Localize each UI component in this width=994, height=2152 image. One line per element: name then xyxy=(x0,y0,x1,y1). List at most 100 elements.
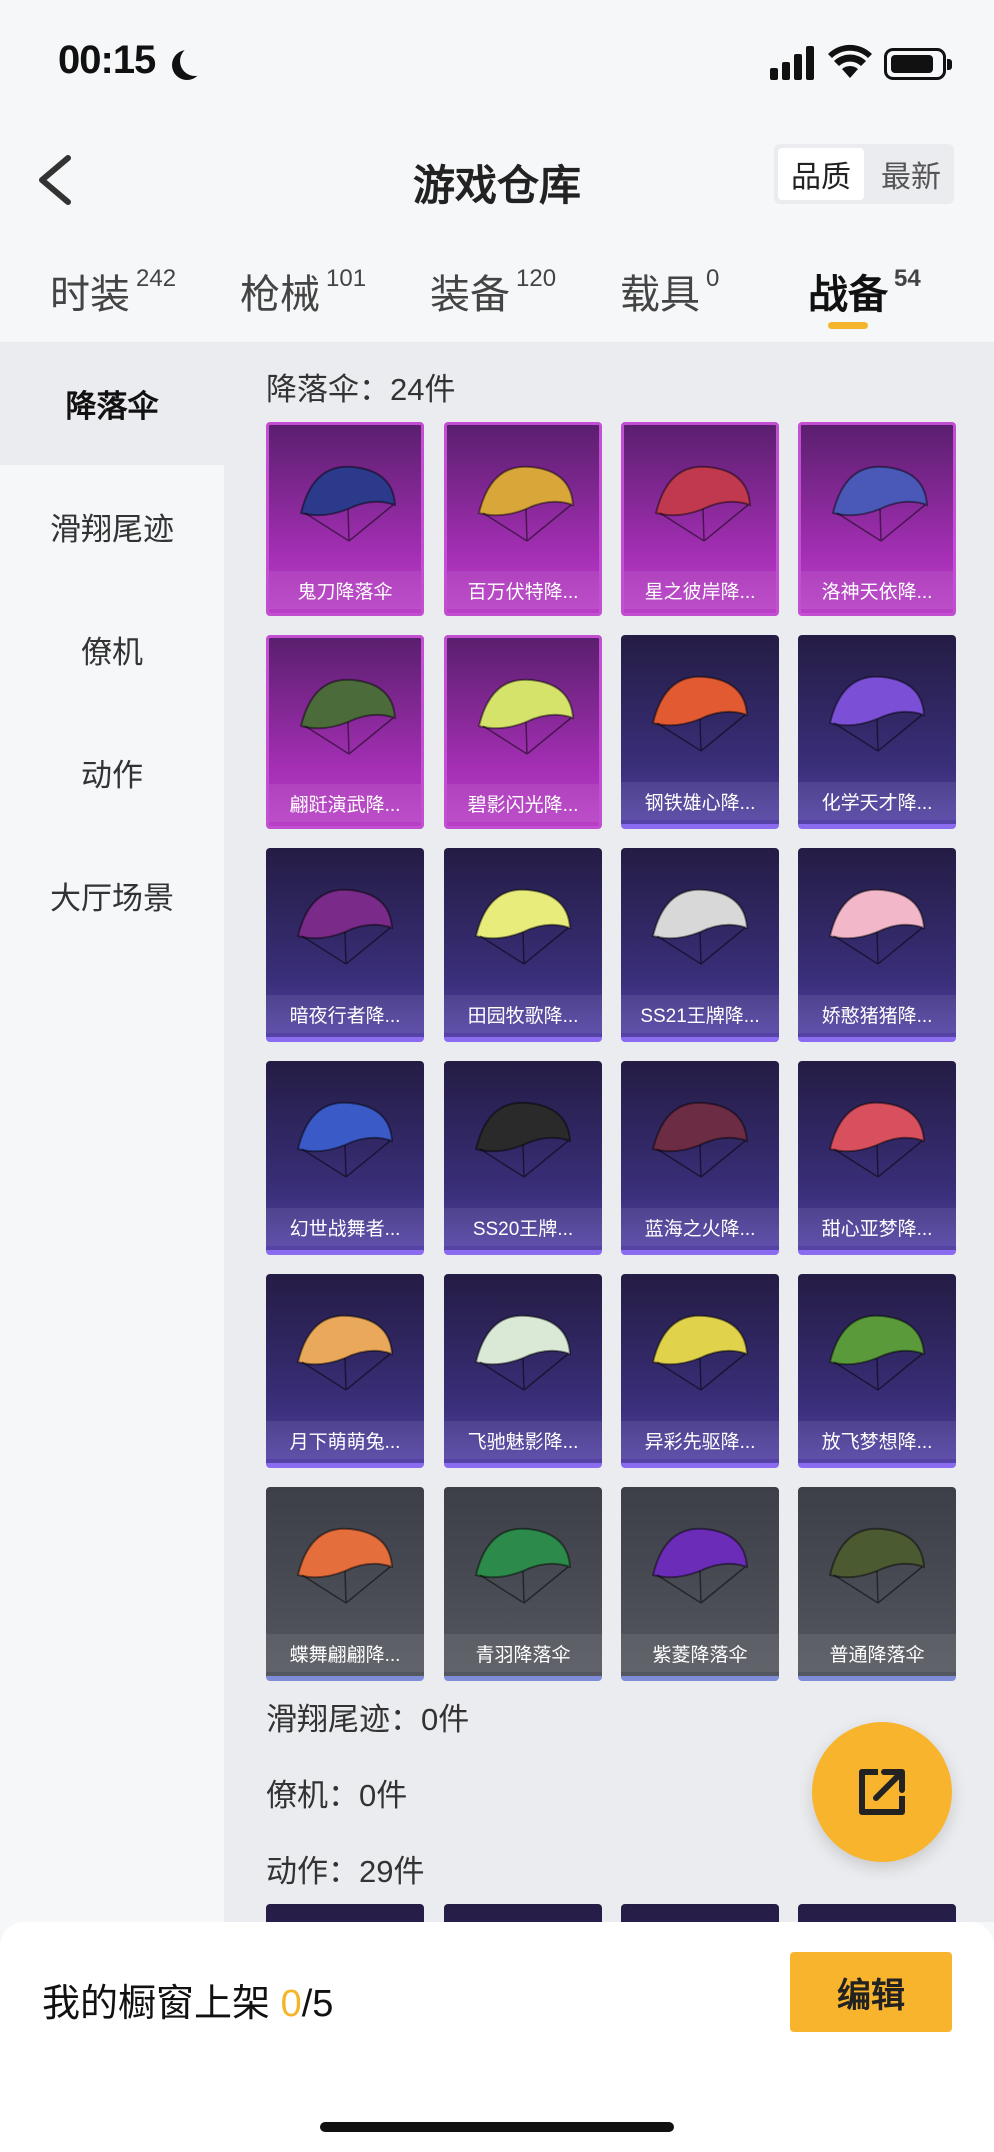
sidebar-item-parachute[interactable]: 降落伞 xyxy=(0,342,224,465)
parachute-icon xyxy=(828,675,926,752)
item-name: 甜心亚梦降... xyxy=(798,1208,956,1246)
parachute-icon xyxy=(296,1101,394,1178)
item-card[interactable]: 月下萌萌兔... xyxy=(266,1274,424,1468)
parachute-icon xyxy=(828,888,926,965)
item-card[interactable]: 娇憨猪猪降... xyxy=(798,848,956,1042)
item-card[interactable]: SS20王牌... xyxy=(444,1061,602,1255)
parachute-icon xyxy=(651,888,749,965)
sort-newest-button[interactable]: 最新 xyxy=(868,144,954,204)
showcase-status: 我的橱窗上架 0/5 xyxy=(42,1972,333,2027)
item-card[interactable]: 翩跹演武降... xyxy=(266,635,424,829)
item-name: 紫菱降落伞 xyxy=(621,1634,779,1672)
tab-combat-gear[interactable]: 战备 54 xyxy=(808,262,921,320)
item-name: 月下萌萌兔... xyxy=(266,1421,424,1459)
edit-button[interactable]: 编辑 xyxy=(790,1952,952,2032)
item-name: 百万伏特降... xyxy=(447,571,599,609)
item-name: 化学天才降... xyxy=(798,782,956,820)
emote-card[interactable] xyxy=(798,1904,956,1922)
item-card[interactable]: 星之彼岸降... xyxy=(621,422,779,616)
showcase-footer: 我的橱窗上架 0/5 编辑 xyxy=(0,1922,994,2152)
status-bar: 00:15 xyxy=(0,0,994,120)
item-name: 钢铁雄心降... xyxy=(621,782,779,820)
parachute-icon xyxy=(828,1527,926,1604)
item-name: 幻世战舞者... xyxy=(266,1208,424,1246)
tab-indicator xyxy=(828,322,868,329)
parachute-icon xyxy=(474,1314,572,1391)
emote-card[interactable] xyxy=(444,1904,602,1922)
item-card[interactable]: 普通降落伞 xyxy=(798,1487,956,1681)
item-card[interactable]: 碧影闪光降... xyxy=(444,635,602,829)
parachute-icon xyxy=(299,465,397,542)
battery-icon xyxy=(884,48,952,80)
showcase-total: /5 xyxy=(301,1983,334,2025)
item-name: 洛神天依降... xyxy=(801,571,953,609)
parachute-icon xyxy=(651,675,749,752)
item-card[interactable]: 幻世战舞者... xyxy=(266,1061,424,1255)
item-card[interactable]: 放飞梦想降... xyxy=(798,1274,956,1468)
parachute-icon xyxy=(651,1101,749,1178)
sidebar-item-lobby-scene[interactable]: 大厅场景 xyxy=(0,834,224,957)
back-icon[interactable] xyxy=(30,150,90,210)
item-name: 青羽降落伞 xyxy=(444,1634,602,1672)
home-indicator xyxy=(320,2122,674,2132)
emote-card[interactable] xyxy=(266,1904,424,1922)
section-wingman-title: 僚机：0件 xyxy=(266,1778,408,1813)
item-card[interactable]: 飞驰魅影降... xyxy=(444,1274,602,1468)
sort-quality-button[interactable]: 品质 xyxy=(778,148,864,200)
item-card[interactable]: 化学天才降... xyxy=(798,635,956,829)
tab-count: 101 xyxy=(326,265,367,292)
sort-toggle: 品质 最新 xyxy=(774,144,954,204)
item-card[interactable]: 蓝海之火降... xyxy=(621,1061,779,1255)
parachute-icon xyxy=(474,1101,572,1178)
parachute-icon xyxy=(651,1527,749,1604)
parachute-icon xyxy=(296,1314,394,1391)
tab-vehicles[interactable]: 载具 0 xyxy=(620,262,719,320)
tab-label: 时装 xyxy=(50,273,130,317)
item-card[interactable]: 异彩先驱降... xyxy=(621,1274,779,1468)
item-name: 蝶舞翩翩降... xyxy=(266,1634,424,1672)
parachute-icon xyxy=(828,1101,926,1178)
item-card[interactable]: 青羽降落伞 xyxy=(444,1487,602,1681)
tab-weapons[interactable]: 枪械 101 xyxy=(240,262,366,320)
showcase-count: 0 xyxy=(280,1983,302,2025)
sidebar-item-wingman[interactable]: 僚机 xyxy=(0,588,224,711)
item-name: 鬼刀降落伞 xyxy=(269,571,421,609)
item-name: 娇憨猪猪降... xyxy=(798,995,956,1033)
item-name: SS20王牌... xyxy=(444,1208,602,1246)
tab-count: 242 xyxy=(136,265,177,292)
item-card[interactable]: 钢铁雄心降... xyxy=(621,635,779,829)
item-card[interactable]: 蝶舞翩翩降... xyxy=(266,1487,424,1681)
moon-icon xyxy=(180,46,210,76)
sidebar-item-trail[interactable]: 滑翔尾迹 xyxy=(0,465,224,588)
tab-outfit[interactable]: 时装 242 xyxy=(50,262,176,320)
item-card[interactable]: 田园牧歌降... xyxy=(444,848,602,1042)
parachute-icon xyxy=(477,465,575,542)
tab-label: 装备 xyxy=(430,273,510,317)
item-card[interactable]: 鬼刀降落伞 xyxy=(266,422,424,616)
signal-icon xyxy=(770,46,816,80)
tab-label: 载具 xyxy=(620,273,700,317)
content-area: 降落伞：24件 鬼刀降落伞 百万伏特降... 星之彼岸降... 洛神天依降... 翩跹演… xyxy=(224,342,994,1922)
item-name: 普通降落伞 xyxy=(798,1634,956,1672)
parachute-icon xyxy=(831,465,929,542)
item-name: 碧影闪光降... xyxy=(447,784,599,822)
item-card[interactable]: 甜心亚梦降... xyxy=(798,1061,956,1255)
item-card[interactable]: 百万伏特降... xyxy=(444,422,602,616)
item-card[interactable]: 暗夜行者降... xyxy=(266,848,424,1042)
item-name: 暗夜行者降... xyxy=(266,995,424,1033)
item-card[interactable]: 洛神天依降... xyxy=(798,422,956,616)
showcase-label: 我的橱窗上架 xyxy=(42,1983,271,2025)
item-card[interactable]: 紫菱降落伞 xyxy=(621,1487,779,1681)
parachute-icon xyxy=(296,888,394,965)
parachute-icon xyxy=(296,1527,394,1604)
tab-count: 0 xyxy=(706,265,720,292)
tab-label: 战备 xyxy=(808,273,888,317)
sidebar-item-emote[interactable]: 动作 xyxy=(0,711,224,834)
tab-count: 120 xyxy=(516,265,557,292)
emote-card[interactable] xyxy=(621,1904,779,1922)
item-card[interactable]: SS21王牌降... xyxy=(621,848,779,1042)
tab-equipment[interactable]: 装备 120 xyxy=(430,262,556,320)
share-button[interactable] xyxy=(812,1722,952,1862)
parachute-icon xyxy=(654,465,752,542)
wifi-icon xyxy=(828,44,872,78)
